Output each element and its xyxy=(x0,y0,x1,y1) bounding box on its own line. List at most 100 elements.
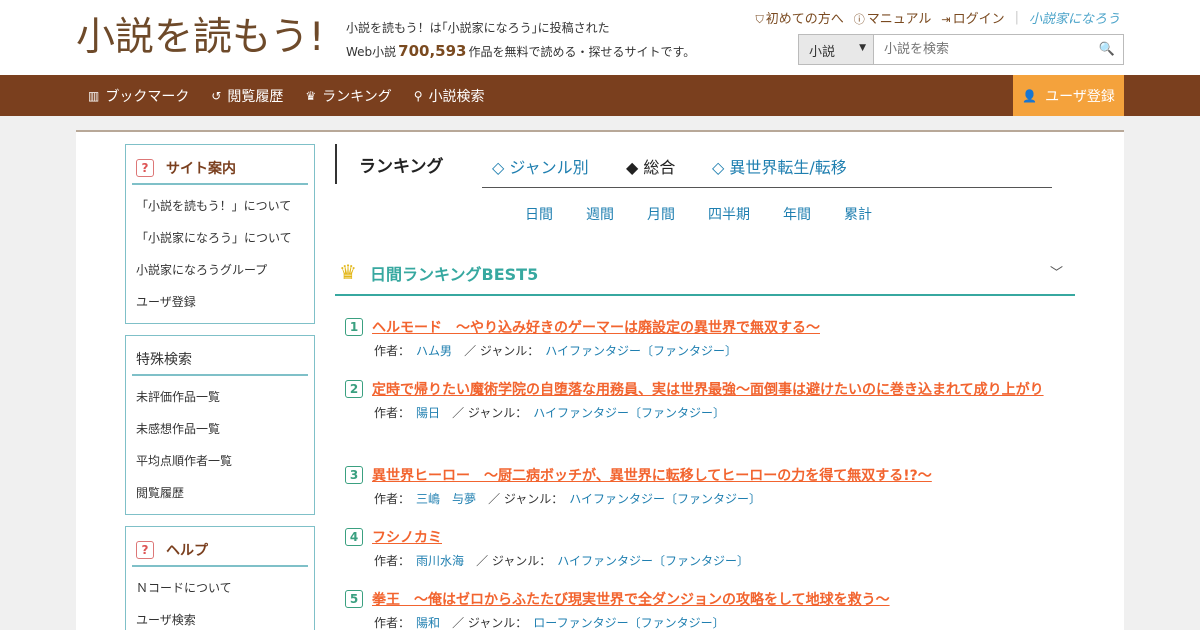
sidebar-help: ? ヘルプ Ｎコードについて ユーザ検索 xyxy=(125,526,315,630)
novel-title-link[interactable]: フシノカミ xyxy=(345,526,1065,550)
nav-history[interactable]: ↺ 閲覧履歴 xyxy=(211,86,283,106)
beginner-link[interactable]: ⛉ 初めての方へ xyxy=(755,8,843,27)
author-link[interactable]: 陽日 xyxy=(416,406,440,420)
rank-2-icon: 2 xyxy=(345,380,363,398)
genre-link[interactable]: ハイファンタジー〔ファンタジー〕 xyxy=(569,492,761,506)
sidebar-item[interactable]: 未感想作品一覧 xyxy=(136,413,314,445)
dropdown-arrow-icon: ▼ xyxy=(859,43,866,53)
sidebar-guide-title-text: サイト案内 xyxy=(166,161,236,177)
rank-5-icon: 5 xyxy=(345,590,363,608)
nav-history-label: 閲覧履歴 xyxy=(227,88,284,105)
novel-title-link[interactable]: ヘルモード ～やり込み好きのゲーマーは廃設定の異世界で無双する～ xyxy=(345,316,1065,340)
sidebar-special-search: 特殊検索 未評価作品一覧 未感想作品一覧 平均点順作者一覧 閲覧履歴 xyxy=(125,335,315,515)
best5-title: 日間ランキングBEST5 xyxy=(370,265,539,284)
period-quarterly[interactable]: 四半期 xyxy=(708,204,750,224)
desc-suffix: 作品を無料で読める・探せるサイトです。 xyxy=(468,45,696,59)
nav-bookmark-label: ブックマーク xyxy=(105,88,190,105)
sidebar-item[interactable]: 「小説を読もう！」について xyxy=(136,190,314,222)
search-type-select[interactable]: 小説 ▼ xyxy=(799,35,874,64)
login-link[interactable]: ⇥ ログイン xyxy=(941,8,1004,27)
sidebar-item[interactable]: 平均点順作者一覧 xyxy=(136,445,314,477)
narou-logo[interactable]: 小説家になろう xyxy=(1029,8,1120,27)
search-type-value: 小説 xyxy=(809,45,836,60)
sidebar-item[interactable]: 小説家になろうグループ xyxy=(136,254,314,286)
genre-link[interactable]: ローファンタジー〔ファンタジー〕 xyxy=(533,616,724,630)
manual-link[interactable]: ⓘ マニュアル xyxy=(854,8,932,27)
author-link[interactable]: ハム男 xyxy=(416,344,452,358)
author-label: 作者： xyxy=(374,616,405,630)
nav-bookmark[interactable]: ▥ ブックマーク xyxy=(88,86,189,106)
desc-line-1: 小説を読もう！は｢小説家になろう｣に投稿された xyxy=(346,21,610,35)
author-link[interactable]: 陽和 xyxy=(416,616,440,630)
period-total[interactable]: 累計 xyxy=(844,204,872,224)
genre-link[interactable]: ハイファンタジー〔ファンタジー〕 xyxy=(533,406,725,420)
author-link[interactable]: 三嶋 与夢 xyxy=(416,492,476,506)
ranking-title: ランキング xyxy=(335,144,444,184)
author-link[interactable]: 雨川水海 xyxy=(416,554,464,568)
entry-meta: 作者： 三嶋 与夢 ／ ジャンル： ハイファンタジー〔ファンタジー〕 xyxy=(345,488,1065,510)
period-tabs: 日間 週間 月間 四半期 年間 累計 xyxy=(525,204,905,224)
shield-icon: ⛉ xyxy=(755,13,764,26)
site-description: 小説を読もう！は｢小説家になろう｣に投稿された Web小説 700,593 作品を無… xyxy=(346,17,695,64)
ranking-entry: 3 異世界ヒーロー ～厨二病ボッチが、異世界に転移してヒーローの力を得て無双する… xyxy=(345,464,1065,510)
tab-isekai[interactable]: ◇ 異世界転生/転移 xyxy=(712,154,847,178)
register-button[interactable]: 👤 ユーザ登録 xyxy=(1013,75,1124,116)
sidebar-item[interactable]: ユーザ登録 xyxy=(136,286,314,318)
period-daily[interactable]: 日間 xyxy=(525,204,553,224)
rank-4-icon: 4 xyxy=(345,528,363,546)
divider: | xyxy=(1014,10,1019,25)
register-label: ユーザ登録 xyxy=(1045,88,1115,105)
period-weekly[interactable]: 週間 xyxy=(586,204,614,224)
best5-header[interactable]: ♛ 日間ランキングBEST5 ﹀ xyxy=(335,256,1075,296)
crown-icon: ♛ xyxy=(305,88,317,103)
genre-label: ／ ジャンル： xyxy=(488,492,558,506)
sidebar-item[interactable]: 未評価作品一覧 xyxy=(136,381,314,413)
beginner-link-label: 初めての方へ xyxy=(765,12,844,27)
help-icon: ? xyxy=(136,159,154,177)
ranking-entry: 4 フシノカミ 作者： 雨川水海 ／ ジャンル： ハイファンタジー〔ファンタジー… xyxy=(345,526,1065,572)
nav-search[interactable]: ⚲ 小説検索 xyxy=(414,86,485,106)
site-logo[interactable]: 小説を読もう! xyxy=(76,14,324,62)
desc-prefix: Web小説 xyxy=(346,45,397,59)
question-circle-icon: ⓘ xyxy=(853,13,865,26)
search-button[interactable]: 🔍 xyxy=(1091,35,1123,64)
ranking-header: ランキング ◇ ジャンル別 ◆ 総合 ◇ 異世界転生/転移 xyxy=(335,144,1075,184)
entry-meta: 作者： 陽和 ／ ジャンル： ローファンタジー〔ファンタジー〕 xyxy=(345,612,1065,630)
period-monthly[interactable]: 月間 xyxy=(647,204,675,224)
novel-title-link[interactable]: 拳王 ～俺はゼロからふたたび現実世界で全ダンジョンの攻略をして地球を救う～ xyxy=(345,588,1065,612)
sidebar-guide-title: ? サイト案内 xyxy=(132,154,308,185)
sidebar-item[interactable]: Ｎコードについて xyxy=(136,572,314,604)
genre-link[interactable]: ハイファンタジー〔ファンタジー〕 xyxy=(557,554,749,568)
author-label: 作者： xyxy=(374,492,405,506)
period-yearly[interactable]: 年間 xyxy=(783,204,811,224)
history-icon: ↺ xyxy=(211,88,222,103)
login-link-label: ログイン xyxy=(952,12,1005,27)
ranking-entry: 1 ヘルモード ～やり込み好きのゲーマーは廃設定の異世界で無双する～ 作者： ハ… xyxy=(345,316,1065,362)
tab-genre[interactable]: ◇ ジャンル別 xyxy=(492,154,589,178)
search-icon: 🔍 xyxy=(1098,42,1116,57)
sidebar-item[interactable]: 閲覧履歴 xyxy=(136,477,314,509)
sidebar-item[interactable]: 「小説家になろう」について xyxy=(136,222,314,254)
entry-meta: 作者： 雨川水海 ／ ジャンル： ハイファンタジー〔ファンタジー〕 xyxy=(345,550,1065,572)
author-label: 作者： xyxy=(374,554,405,568)
rank-3-icon: 3 xyxy=(345,466,363,484)
bookmark-icon: ▥ xyxy=(88,88,100,103)
tab-divider xyxy=(482,187,1052,188)
sidebar-help-title: ? ヘルプ xyxy=(132,536,308,567)
sidebar-help-title-text: ヘルプ xyxy=(166,543,208,559)
novel-title-link[interactable]: 異世界ヒーロー ～厨二病ボッチが、異世界に転移してヒーローの力を得て無双する!?… xyxy=(345,464,1065,488)
sidebar-item[interactable]: ユーザ検索 xyxy=(136,604,314,630)
tab-overall[interactable]: ◆ 総合 xyxy=(626,154,675,178)
author-label: 作者： xyxy=(374,406,405,420)
desc-line-2: Web小説 700,593 作品を無料で読める・探せるサイトです。 xyxy=(346,40,695,64)
search-input[interactable] xyxy=(874,35,1091,64)
chevron-down-icon[interactable]: ﹀ xyxy=(1050,262,1063,281)
nav-ranking-label: ランキング xyxy=(322,88,392,105)
genre-link[interactable]: ハイファンタジー〔ファンタジー〕 xyxy=(545,344,737,358)
site-header: 小説を読もう! 小説を読もう！は｢小説家になろう｣に投稿された Web小説 700… xyxy=(0,0,1200,75)
entry-meta: 作者： ハム男 ／ ジャンル： ハイファンタジー〔ファンタジー〕 xyxy=(345,340,1065,362)
novel-title-link[interactable]: 定時で帰りたい魔術学院の自堕落な用務員、実は世界最強～面倒事は避けたいのに巻き込… xyxy=(345,378,1065,402)
sidebar-special-title: 特殊検索 xyxy=(132,345,308,376)
nav-ranking[interactable]: ♛ ランキング xyxy=(305,86,391,106)
nav-search-label: 小説検索 xyxy=(428,88,485,105)
